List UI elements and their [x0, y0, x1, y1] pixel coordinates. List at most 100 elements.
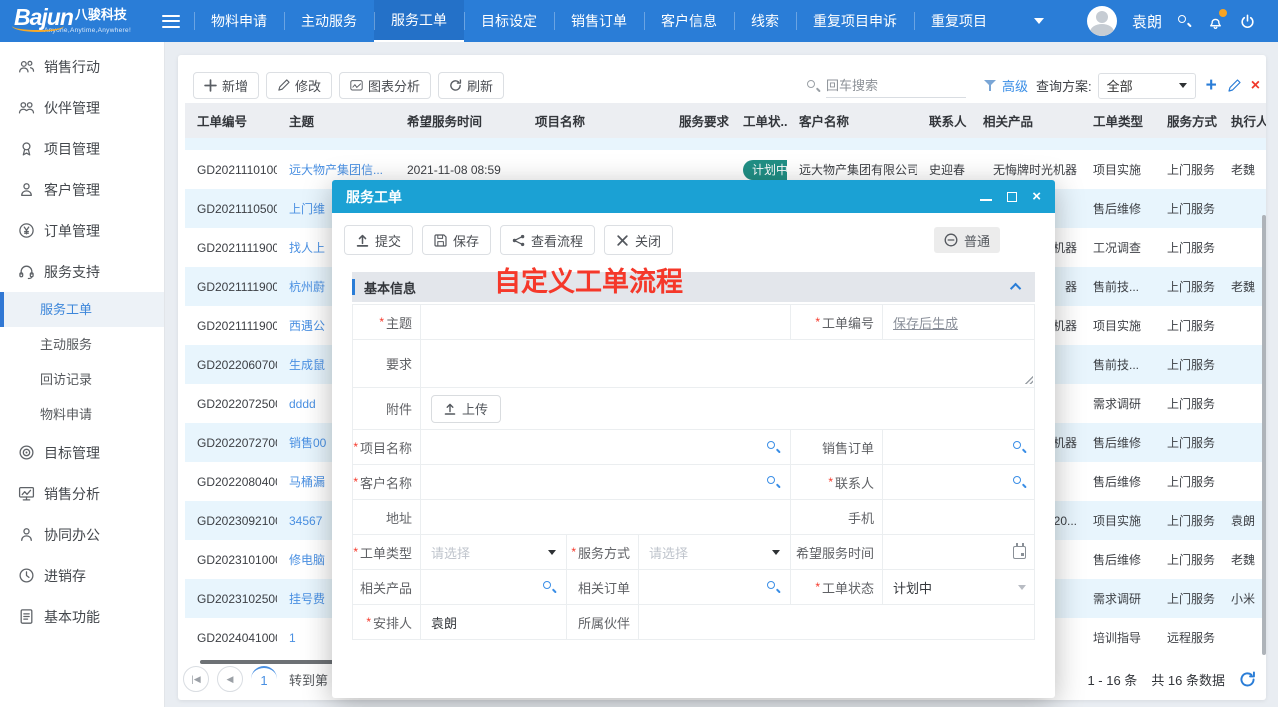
search-input[interactable]	[826, 74, 966, 98]
nav-item-重复项目[interactable]: 重复项目	[914, 0, 1004, 42]
filter-funnel-icon[interactable]	[984, 80, 996, 92]
sidebar-item-销售行动[interactable]: 销售行动	[0, 46, 164, 87]
nav-item-主动服务[interactable]: 主动服务	[284, 0, 374, 42]
search-icon[interactable]	[1012, 475, 1026, 489]
field-要求[interactable]	[421, 340, 1036, 387]
modal-关闭-button[interactable]: 关闭	[604, 225, 673, 255]
field-附件[interactable]: 上传	[421, 388, 1036, 429]
修改-button[interactable]: 修改	[266, 72, 332, 99]
column-header-主题[interactable]: 主题	[277, 111, 395, 130]
sidebar-item-订单管理[interactable]: 订单管理	[0, 210, 164, 251]
field-手机[interactable]	[883, 500, 1036, 534]
nav-item-线索[interactable]: 线索	[734, 0, 796, 42]
chevron-down-icon[interactable]	[772, 550, 780, 555]
search-icon[interactable]	[766, 440, 780, 454]
sidebar-item-进销存[interactable]: 进销存	[0, 555, 164, 596]
nav-item-目标设定[interactable]: 目标设定	[464, 0, 554, 42]
sidebar-item-基本功能[interactable]: 基本功能	[0, 596, 164, 637]
column-header-工单类型[interactable]: 工单类型	[1081, 111, 1155, 130]
刷新-button[interactable]: 刷新	[438, 72, 504, 99]
nav-item-销售订单[interactable]: 销售订单	[554, 0, 644, 42]
sidebar-item-客户管理[interactable]: 客户管理	[0, 169, 164, 210]
field-安排人[interactable]: 袁朗	[421, 605, 567, 639]
sidebar-item-协同办公[interactable]: 协同办公	[0, 514, 164, 555]
column-header-项目名称[interactable]: 项目名称	[523, 111, 667, 130]
edit-plan-button[interactable]	[1227, 79, 1241, 93]
resize-handle-icon[interactable]	[1023, 374, 1033, 384]
refresh-icon[interactable]	[1239, 671, 1256, 688]
modal-查看流程-button[interactable]: 查看流程	[500, 225, 595, 255]
field-相关产品[interactable]	[421, 570, 567, 604]
新增-button[interactable]: 新增	[193, 72, 259, 99]
add-plan-button[interactable]: +	[1206, 76, 1217, 95]
sidebar-subitem-物料申请[interactable]: 物料申请	[0, 397, 164, 432]
field-联系人[interactable]	[883, 465, 1036, 499]
pager-first-button[interactable]: |◀	[183, 666, 209, 692]
search-icon[interactable]	[1012, 440, 1026, 454]
query-plan-select[interactable]: 全部	[1098, 73, 1196, 99]
minimize-icon[interactable]	[980, 199, 992, 201]
section-basic-info[interactable]: 基本信息	[352, 272, 1035, 302]
avatar[interactable]	[1087, 6, 1117, 36]
field-工单编号[interactable]: 保存后生成	[883, 305, 1036, 339]
sidebar-subitem-主动服务[interactable]: 主动服务	[0, 327, 164, 362]
sidebar-item-服务支持[interactable]: 服务支持	[0, 251, 164, 292]
field-项目名称[interactable]	[421, 430, 791, 464]
delete-plan-button[interactable]: ×	[1251, 78, 1260, 94]
field-希望服务时间[interactable]	[883, 535, 1036, 569]
user-name[interactable]: 袁朗	[1132, 11, 1162, 32]
column-header-执行人[interactable]: 执行人	[1219, 111, 1266, 130]
power-icon[interactable]	[1239, 13, 1256, 30]
nav-item-服务工单[interactable]: 服务工单	[374, 0, 464, 42]
column-header-希望服务时间[interactable]: 希望服务时间	[395, 111, 523, 130]
modal-提交-button[interactable]: 提交	[344, 225, 413, 255]
column-header-工单状...[interactable]: 工单状...	[731, 111, 787, 130]
pager-current-page[interactable]: 1	[251, 666, 277, 692]
pager-prev-button[interactable]: ◀	[217, 666, 243, 692]
field-地址[interactable]	[421, 500, 791, 534]
图表分析-button[interactable]: 图表分析	[339, 72, 431, 99]
field-客户名称[interactable]	[421, 465, 791, 499]
column-header-工单编号[interactable]: 工单编号	[185, 111, 277, 130]
nav-more-dropdown-icon[interactable]	[1034, 18, 1044, 24]
search-icon[interactable]	[766, 475, 780, 489]
nav-item-客户信息[interactable]: 客户信息	[644, 0, 734, 42]
vertical-scrollbar[interactable]	[1262, 215, 1266, 655]
nav-item-重复项目申诉[interactable]: 重复项目申诉	[796, 0, 914, 42]
field-工单类型[interactable]: 请选择	[421, 535, 567, 569]
priority-badge[interactable]: 普通	[934, 227, 1000, 253]
sidebar-subitem-回访记录[interactable]: 回访记录	[0, 362, 164, 397]
search-icon[interactable]	[542, 580, 556, 594]
calendar-icon[interactable]	[1013, 546, 1026, 559]
maximize-icon[interactable]	[1007, 192, 1017, 202]
advanced-search-link[interactable]: 高级	[1002, 76, 1028, 95]
search-icon[interactable]	[766, 580, 780, 594]
upload-button[interactable]: 上传	[431, 395, 501, 423]
close-icon[interactable]: ×	[1032, 189, 1041, 204]
collapse-chevron-icon[interactable]	[1010, 283, 1021, 294]
field-主题[interactable]	[421, 305, 791, 339]
sidebar-item-销售分析[interactable]: 销售分析	[0, 473, 164, 514]
column-header-客户名称[interactable]: 客户名称	[787, 111, 917, 130]
chevron-down-icon[interactable]	[1018, 585, 1026, 590]
modal-header[interactable]: 服务工单 ×	[332, 180, 1055, 213]
sidebar-item-伙伴管理[interactable]: 伙伴管理	[0, 87, 164, 128]
sidebar-item-目标管理[interactable]: 目标管理	[0, 432, 164, 473]
menu-toggle-icon[interactable]	[162, 15, 180, 28]
column-header-相关产品[interactable]: 相关产品	[971, 111, 1081, 130]
field-销售订单[interactable]	[883, 430, 1036, 464]
brand-logo[interactable]: Bajun八骏科技 Anyone,Anytime,Anywhere!	[0, 0, 152, 42]
modal-保存-button[interactable]: 保存	[422, 225, 491, 255]
field-所属伙伴[interactable]	[639, 605, 1036, 639]
column-header-服务方式[interactable]: 服务方式	[1155, 111, 1219, 130]
chevron-down-icon[interactable]	[548, 550, 556, 555]
field-工单状态[interactable]: 计划中	[883, 570, 1036, 604]
sidebar-subitem-服务工单[interactable]: 服务工单	[0, 292, 164, 327]
column-header-联系人[interactable]: 联系人	[917, 111, 971, 130]
sidebar-item-项目管理[interactable]: 项目管理	[0, 128, 164, 169]
field-相关订单[interactable]	[639, 570, 791, 604]
column-header-服务要求[interactable]: 服务要求	[667, 111, 731, 130]
bell-icon[interactable]	[1207, 13, 1224, 30]
nav-item-物料申请[interactable]: 物料申请	[194, 0, 284, 42]
field-服务方式[interactable]: 请选择	[639, 535, 791, 569]
